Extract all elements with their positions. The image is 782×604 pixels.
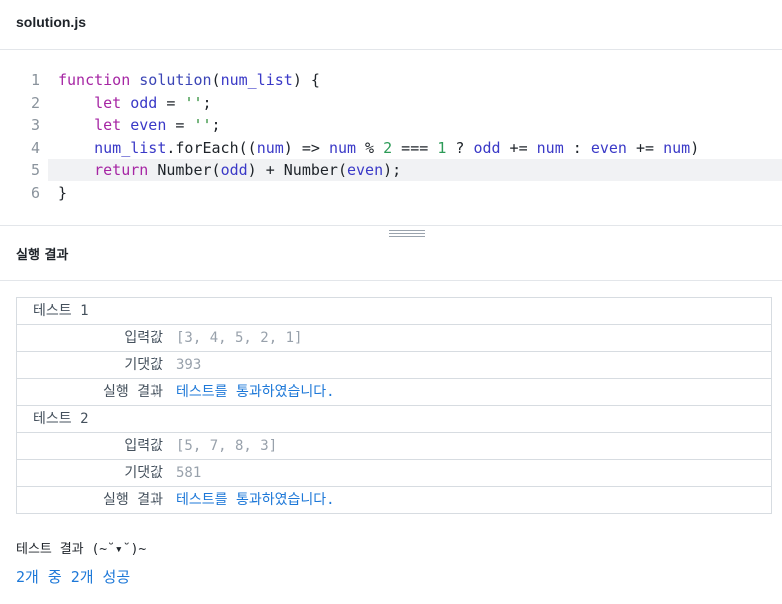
code-token: === xyxy=(392,138,438,157)
line-number: 1 xyxy=(30,71,40,89)
test-row-value: [3, 4, 5, 2, 1] xyxy=(176,330,303,346)
chevron-right-icon: 〉 xyxy=(153,438,167,454)
code-token: solution xyxy=(139,71,212,89)
line-number: 4 xyxy=(30,138,40,157)
code-text: function solution(num_list) { xyxy=(58,69,320,91)
code-token: num_list xyxy=(94,138,167,157)
code-token: ) => xyxy=(283,138,329,157)
test-row-value: 테스트를 통과하였습니다. xyxy=(176,384,335,400)
code-token: even xyxy=(347,161,384,180)
test-row-value: 581 xyxy=(176,465,202,481)
code-editor[interactable]: 1 function solution(num_list) {2 let odd … xyxy=(0,50,782,226)
code-text: num_list.forEach((num) => num % 2 === 1 … xyxy=(58,137,699,159)
code-token: num_list xyxy=(220,71,293,89)
code-token: = xyxy=(157,93,185,112)
code-token: += xyxy=(626,138,664,157)
code-token: = xyxy=(166,116,194,135)
code-token: ) xyxy=(690,138,700,157)
chevron-right-icon: 〉 xyxy=(153,465,167,481)
code-line[interactable]: 4 num_list.forEach((num) => num % 2 === … xyxy=(0,137,782,159)
resize-handle[interactable] xyxy=(389,230,425,238)
code-token: 1 xyxy=(437,138,447,157)
result-panel-title: 실행 결과 xyxy=(16,248,69,263)
code-token: ( xyxy=(211,71,221,89)
chevron-right-icon: 〉 xyxy=(153,492,167,508)
test-result-row: 입력값 〉 [5, 7, 8, 3] xyxy=(17,433,771,460)
code-token: : xyxy=(563,138,591,157)
test-summary-value: 2개 중 2개 성공 xyxy=(16,568,131,586)
code-token: num xyxy=(663,138,691,157)
chevron-right-icon: 〉 xyxy=(153,357,167,373)
test-case-name: 테스트 1 xyxy=(33,303,89,319)
code-token: ) { xyxy=(292,71,320,89)
code-token: even xyxy=(130,116,167,135)
code-token: return xyxy=(94,161,149,180)
code-token: ? xyxy=(446,138,474,157)
test-result-row: 기댓값 〉 393 xyxy=(17,352,771,379)
code-token: num xyxy=(256,138,284,157)
code-line[interactable]: 3 let even = ''; xyxy=(0,114,782,136)
code-token: '' xyxy=(193,116,212,135)
test-case-name: 테스트 2 xyxy=(33,411,89,427)
code-token: ; xyxy=(211,116,221,135)
code-token: ; xyxy=(202,93,212,112)
file-tab-title[interactable]: solution.js xyxy=(16,14,86,30)
code-text: return Number(odd) + Number(even); xyxy=(58,159,401,181)
line-number: 2 xyxy=(30,93,40,112)
file-header: solution.js xyxy=(0,0,782,50)
code-token: odd xyxy=(130,93,158,112)
code-token: function xyxy=(58,71,131,89)
chevron-right-icon: 〉 xyxy=(153,384,167,400)
code-token: 2 xyxy=(383,138,393,157)
code-text: let even = ''; xyxy=(58,114,221,136)
code-line[interactable]: 6} xyxy=(0,182,782,204)
code-token: let xyxy=(94,116,122,135)
code-token: .forEach(( xyxy=(166,138,257,157)
test-case-header: 테스트 2 xyxy=(17,406,771,433)
code-text: } xyxy=(58,182,67,204)
code-token: ); xyxy=(383,161,402,180)
code-token: num xyxy=(328,138,357,157)
code-token: Number( xyxy=(148,161,221,180)
line-number: 6 xyxy=(30,184,40,202)
test-row-value: 393 xyxy=(176,357,202,373)
code-line[interactable]: 2 let odd = ''; xyxy=(0,92,782,114)
line-number: 3 xyxy=(30,116,40,135)
test-results-table: 테스트 1 입력값 〉 [3, 4, 5, 2, 1] 기댓값 〉 393 실행 결과 〉 테스트… xyxy=(16,297,772,514)
test-case-header: 테스트 1 xyxy=(17,298,771,325)
line-number: 5 xyxy=(30,161,40,180)
test-result-row: 기댓값 〉 581 xyxy=(17,460,771,487)
code-line[interactable]: 1 function solution(num_list) { xyxy=(0,69,782,91)
code-token: % xyxy=(356,138,384,157)
code-token: } xyxy=(58,184,68,202)
test-result-row: 실행 결과 〉 테스트를 통과하였습니다. xyxy=(17,487,771,514)
test-row-value: 테스트를 통과하였습니다. xyxy=(176,492,335,508)
test-summary-label: 테스트 결과 (~˘▾˘)~ xyxy=(16,542,147,557)
chevron-right-icon: 〉 xyxy=(153,330,167,346)
code-token: ) + Number( xyxy=(247,161,347,180)
code-text: let odd = ''; xyxy=(58,92,212,114)
code-line[interactable]: 5 return Number(odd) + Number(even); xyxy=(31,159,782,182)
code-token: '' xyxy=(184,93,203,112)
code-token: even xyxy=(590,138,627,157)
test-result-row: 실행 결과 〉 테스트를 통과하였습니다. xyxy=(17,379,771,406)
code-token: odd xyxy=(220,161,248,180)
code-token: num xyxy=(536,138,564,157)
test-result-row: 입력값 〉 [3, 4, 5, 2, 1] xyxy=(17,325,771,352)
code-token: += xyxy=(500,138,537,157)
code-token: let xyxy=(94,93,122,112)
code-token: odd xyxy=(473,138,501,157)
test-row-value: [5, 7, 8, 3] xyxy=(176,438,278,454)
